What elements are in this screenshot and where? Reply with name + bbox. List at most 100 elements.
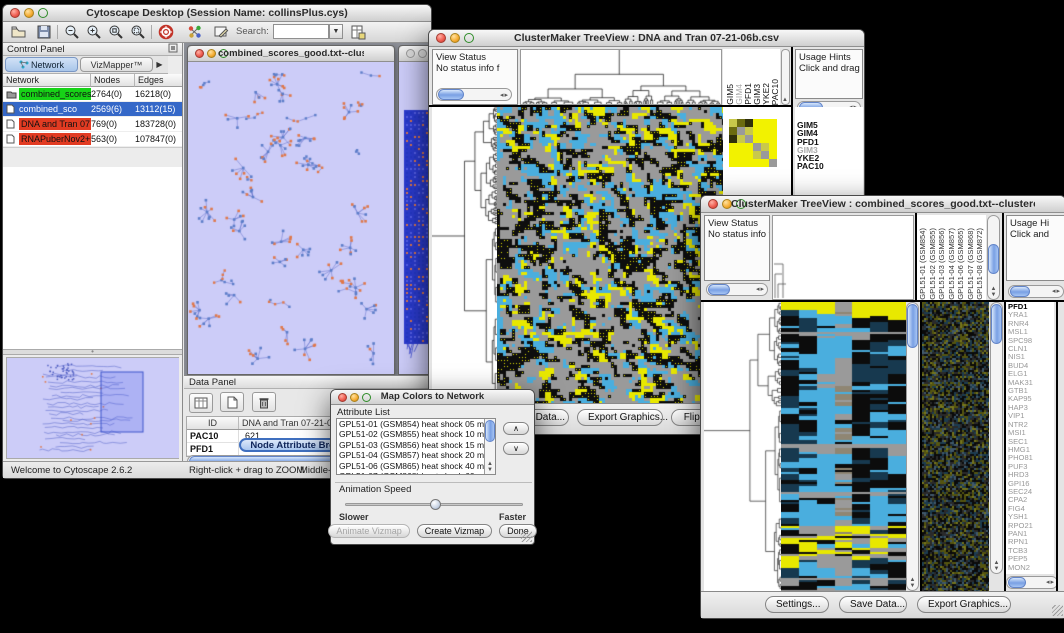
treeview1-title-bar[interactable]: ClusterMaker TreeView : DNA and Tran 07-… — [429, 30, 864, 47]
save-session-icon[interactable] — [33, 23, 55, 41]
tv1-column-dendrogram[interactable] — [520, 49, 722, 105]
attribute-list-item[interactable]: GPL51-04 (GSM857) heat shock 20 min — [337, 450, 495, 460]
tv1-zoom-cell[interactable] — [745, 151, 753, 159]
tab-vizmapper[interactable]: VizMapper™ — [80, 57, 153, 72]
attribute-list-item[interactable]: GPL51-01 (GSM854) heat shock 05 min — [337, 419, 495, 429]
close-button[interactable] — [195, 49, 204, 58]
tv2-status-hscrollbar[interactable]: ◂▸ — [706, 283, 768, 296]
dialog-title-bar[interactable]: Map Colors to Network — [331, 390, 534, 405]
network-table-row[interactable]: DNA and Tran 07769(0)183728(0) — [3, 117, 182, 132]
zoom-out-icon[interactable] — [61, 23, 83, 41]
tv1-zoom-cell[interactable] — [729, 135, 737, 143]
tv1-zoom-cell[interactable] — [737, 127, 745, 135]
minimize-button[interactable] — [207, 49, 216, 58]
attribute-list-item[interactable]: GPL51-07 (GSM868) heat shock 60 min — [337, 471, 495, 475]
tv2-usage-hscrollbar[interactable]: ◂▸ — [1008, 285, 1064, 298]
tv1-zoom-cell[interactable] — [753, 143, 761, 151]
tv2-column-dendrogram[interactable] — [772, 215, 914, 300]
new-attribute-icon[interactable] — [220, 392, 244, 412]
tv1-zoom-cell[interactable] — [753, 135, 761, 143]
search-dropdown-arrow[interactable]: ▼ — [329, 24, 343, 39]
animate-vizmap-button[interactable]: Animate Vizmap — [328, 524, 409, 538]
network-birdseye-view[interactable] — [6, 357, 179, 459]
tv1-zoom-cell[interactable] — [729, 151, 737, 159]
zoom-in-icon[interactable] — [83, 23, 105, 41]
minimize-button[interactable] — [418, 49, 427, 58]
network-table-row[interactable]: RNAPuberNov2+563(0)107847(0) — [3, 132, 182, 147]
minimize-button[interactable] — [350, 393, 359, 402]
attribute-list-item[interactable]: GPL51-02 (GSM855) heat shock 10 min — [337, 429, 495, 439]
tv1-zoom-cell[interactable] — [745, 127, 753, 135]
tv2-gene-label[interactable]: MON2 — [1008, 564, 1054, 572]
tv2-column-label[interactable]: GPL51-04 (GSM857) — [947, 228, 957, 300]
attribute-table-icon[interactable] — [347, 23, 369, 41]
tv1-column-label[interactable]: GIM5 — [725, 84, 734, 105]
tv1-zoom-cell[interactable] — [729, 119, 737, 127]
tv2-global-heatmap[interactable] — [922, 302, 989, 591]
zoom-selected-icon[interactable] — [105, 23, 127, 41]
tv1-zoom-cell[interactable] — [761, 127, 769, 135]
tv1-column-label[interactable]: GIM3 — [752, 84, 761, 105]
resize-grip[interactable] — [521, 531, 532, 542]
tv1-zoom-cell[interactable] — [745, 119, 753, 127]
tv1-global-heatmap[interactable] — [497, 107, 723, 405]
network-view-2-title-bar[interactable] — [399, 46, 431, 62]
network-view-title-bar[interactable]: combined_scores_good.txt--cluste... — [188, 46, 394, 62]
tv2-settings-button[interactable]: Settings... — [765, 596, 829, 613]
tv1-zoom-cell[interactable] — [737, 135, 745, 143]
create-vizmap-button[interactable]: Create Vizmap — [417, 524, 492, 538]
tv2-zoom-heatmap[interactable] — [781, 302, 906, 591]
tv2-column-label[interactable]: GPL51-01 (GSM854) — [918, 228, 928, 300]
tv1-zoom-cell[interactable] — [745, 159, 753, 167]
tv1-zoom-cell[interactable] — [769, 159, 777, 167]
network-overview-icon[interactable] — [184, 23, 206, 41]
tv1-zoom-cell[interactable] — [745, 135, 753, 143]
tv2-labels-vscrollbar[interactable]: ▲▼ — [987, 215, 1000, 300]
tv2-column-label[interactable]: GPL51-06 (GSM865) — [956, 228, 966, 300]
animation-speed-slider[interactable] — [345, 503, 523, 506]
tv2-column-label[interactable]: GPL51-02 (GSM855) — [928, 228, 938, 300]
tv2-genes-vscrollbar[interactable]: ▲▼ — [990, 302, 1003, 574]
tv2-export-graphics-button[interactable]: Export Graphics... — [917, 596, 1011, 613]
tv1-zoom-cell[interactable] — [737, 119, 745, 127]
tv1-column-label[interactable]: PFD1 — [743, 83, 752, 105]
network-view-canvas[interactable] — [188, 62, 394, 374]
tv2-column-label[interactable]: GPL51-08 (GSM872) — [975, 228, 985, 300]
close-button[interactable] — [436, 33, 446, 43]
tv1-zoom-cell[interactable] — [769, 119, 777, 127]
search-input[interactable] — [273, 24, 329, 39]
treeview2-title-bar[interactable]: ClusterMaker TreeView : combined_scores_… — [701, 196, 1064, 213]
tv1-zoom-cell[interactable] — [761, 159, 769, 167]
help-icon[interactable] — [155, 23, 177, 41]
tab-network[interactable]: Network — [5, 57, 78, 72]
tv1-status-hscrollbar[interactable]: ◂▸ — [436, 88, 512, 101]
attribute-list-item[interactable]: GPL51-03 (GSM856) heat shock 15 min — [337, 440, 495, 450]
tv1-zoom-cell[interactable] — [769, 151, 777, 159]
resize-grip[interactable] — [1052, 605, 1063, 616]
id-column-header[interactable]: ID — [187, 417, 239, 429]
close-button[interactable] — [708, 199, 718, 209]
tv1-zoom-cell[interactable] — [753, 119, 761, 127]
tv1-zoom-cell[interactable] — [737, 151, 745, 159]
tv1-zoom-cell[interactable] — [753, 151, 761, 159]
slider-thumb[interactable] — [430, 499, 441, 510]
tv2-save-data-button[interactable]: Save Data... — [839, 596, 907, 613]
attribute-list-vscrollbar[interactable]: ▲▼ — [484, 419, 495, 474]
tv1-column-label[interactable]: YKE2 — [761, 83, 770, 105]
tv2-column-label[interactable]: GPL51-03 (GSM856) — [937, 228, 947, 300]
network-view-2-canvas[interactable] — [399, 62, 431, 374]
move-down-button[interactable]: ∨ — [503, 442, 529, 455]
tv1-zoom-cell[interactable] — [729, 143, 737, 151]
tv1-column-label[interactable]: PAC10 — [770, 79, 779, 105]
tv1-zoom-cell[interactable] — [761, 119, 769, 127]
attribute-list-item[interactable]: GPL51-06 (GSM865) heat shock 40 min — [337, 461, 495, 471]
network-table-row[interactable]: combined_scores_2764(0)16218(0) — [3, 87, 182, 102]
tv2-heatmap-vscrollbar[interactable]: ▲▼ — [906, 302, 919, 591]
tv2-row-dendrogram[interactable] — [704, 302, 781, 591]
delete-attribute-icon[interactable] — [252, 392, 276, 412]
tv1-zoom-cell[interactable] — [745, 143, 753, 151]
annotation-icon[interactable] — [210, 23, 232, 41]
more-tabs-button[interactable]: ▶ — [153, 60, 166, 69]
move-up-button[interactable]: ∧ — [503, 422, 529, 435]
tv1-zoom-cell[interactable] — [753, 159, 761, 167]
